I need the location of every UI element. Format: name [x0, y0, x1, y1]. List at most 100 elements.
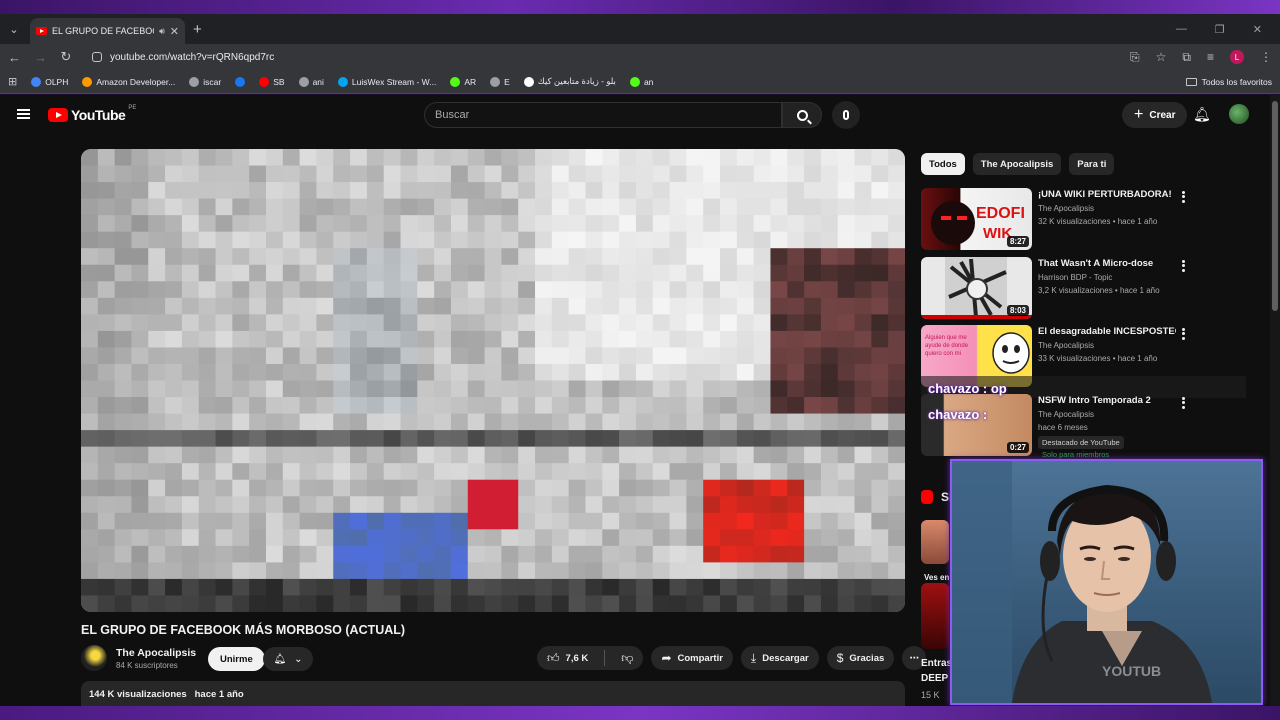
mosaic-pixel: [81, 380, 99, 398]
more-vertical-icon[interactable]: [1179, 396, 1187, 410]
rec-title[interactable]: El desagradable INCESPOSTEO: [1038, 326, 1176, 337]
bookmark-item[interactable]: ani: [298, 76, 324, 87]
page-scrollbar[interactable]: [1270, 95, 1280, 706]
rec-title[interactable]: That Wasn't A Micro-dose: [1038, 258, 1176, 269]
bookmark-item[interactable]: an: [629, 76, 653, 87]
tab-search-chevron-icon[interactable]: ⌄: [0, 14, 28, 44]
filter-chip[interactable]: Para ti: [1069, 153, 1115, 175]
rec-channel[interactable]: The Apocalipsis: [1038, 204, 1094, 213]
notifications-bell-icon[interactable]: 🔔︎: [1193, 106, 1211, 122]
short-thumbnail[interactable]: [921, 520, 949, 564]
all-bookmarks-label: Todos los favoritos: [1201, 76, 1272, 87]
mosaic-pixel: [804, 198, 822, 216]
bookmark-item[interactable]: iscar: [189, 76, 221, 87]
bookmark-item[interactable]: بلو - زيادة متابعين كيك: [523, 76, 616, 87]
close-window-icon[interactable]: ✕: [1253, 23, 1262, 36]
media-control-icon[interactable]: ≡: [1207, 50, 1214, 64]
all-bookmarks-button[interactable]: Todos los favoritos: [1185, 76, 1272, 87]
subscription-bell-button[interactable]: 🔔︎ ⌄: [263, 647, 313, 671]
bookmark-item[interactable]: E: [490, 76, 510, 87]
mosaic-pixel: [669, 545, 687, 563]
bookmark-star-icon[interactable]: ☆: [1156, 50, 1167, 64]
create-button[interactable]: + Crear: [1122, 102, 1188, 128]
channel-name[interactable]: The Apocalipsis: [116, 647, 196, 659]
rec-title[interactable]: ¡UNA WIKI PERTURBADORA!: [1038, 189, 1176, 200]
mosaic-pixel: [131, 529, 149, 547]
mosaic-pixel: [383, 215, 402, 233]
short-thumbnail[interactable]: [921, 583, 949, 649]
restore-icon[interactable]: ❐: [1215, 23, 1225, 36]
mosaic-pixel: [383, 347, 402, 365]
menu-icon[interactable]: [17, 109, 30, 119]
mosaic-pixel: [736, 363, 755, 382]
mosaic-pixel: [417, 529, 435, 547]
rec-channel[interactable]: The Apocalipsis: [1038, 410, 1094, 419]
forward-arrow-icon[interactable]: →: [34, 50, 47, 65]
bookmark-item[interactable]: Amazon Developer...: [82, 76, 175, 87]
mosaic-pixel: [333, 380, 351, 398]
mosaic-pixel: [820, 363, 839, 382]
search-button[interactable]: [782, 102, 822, 128]
recommendation-item[interactable]: 8:03 That Wasn't A Micro-dose Harrison B…: [921, 257, 1261, 319]
browser-menu-icon[interactable]: ⋮: [1260, 50, 1272, 64]
bookmark-item[interactable]: AR: [450, 76, 476, 87]
apps-grid-icon[interactable]: ⊞: [8, 75, 17, 88]
more-vertical-icon[interactable]: [1179, 190, 1187, 204]
short-title[interactable]: Entras: [921, 658, 952, 669]
scroll-thumb[interactable]: [1272, 101, 1278, 311]
stream-chat-message: chavazo : op: [928, 381, 1007, 396]
bookmark-item[interactable]: [235, 76, 246, 87]
extensions-icon[interactable]: ⧉: [1182, 50, 1191, 65]
recommendation-item[interactable]: EDOFI WIK 8:27 ¡UNA WIKI PERTURBADORA! T…: [921, 188, 1261, 250]
mosaic-pixel: [501, 512, 519, 530]
filter-chip[interactable]: The Apocalipsis: [972, 153, 1062, 175]
account-avatar[interactable]: [1229, 104, 1249, 124]
url-field[interactable]: youtube.com/watch?v=rQRN6qpd7rc: [86, 46, 280, 68]
channel-avatar[interactable]: [81, 645, 107, 671]
mosaic-pixel: [501, 264, 519, 282]
bell-icon: 🔔︎: [273, 653, 287, 665]
site-info-icon[interactable]: [92, 52, 102, 62]
mosaic-pixel: [299, 545, 318, 563]
more-vertical-icon[interactable]: [1179, 327, 1187, 341]
install-app-icon[interactable]: ⎘: [1130, 50, 1140, 65]
description-box[interactable]: 144 K visualizaciones hace 1 año: [81, 681, 905, 706]
mosaic-pixel: [568, 215, 587, 233]
mosaic-pixel: [804, 215, 822, 233]
mosaic-pixel: [854, 347, 872, 365]
new-tab-icon[interactable]: +: [193, 21, 202, 38]
youtube-logo[interactable]: YouTube PE: [48, 105, 136, 123]
video-player[interactable]: [81, 149, 905, 612]
mosaic-pixel: [501, 380, 519, 398]
reload-icon[interactable]: ↻: [60, 49, 72, 65]
like-button[interactable]: 👍︎ 7,6 K: [537, 646, 598, 670]
profile-avatar[interactable]: L: [1230, 50, 1244, 64]
thanks-button[interactable]: $ Gracias: [826, 646, 895, 670]
rec-title[interactable]: NSFW Intro Temporada 2: [1038, 395, 1176, 406]
download-button[interactable]: ⤓ Descargar: [740, 646, 819, 670]
recommendation-item[interactable]: 0:27 NSFW Intro Temporada 2 The Apocalip…: [921, 394, 1261, 459]
bookmark-item[interactable]: LuisWex Stream - W...: [337, 76, 436, 87]
search-input[interactable]: Buscar: [424, 102, 782, 128]
rec-channel[interactable]: The Apocalipsis: [1038, 341, 1094, 350]
video-thumbnail[interactable]: 0:27: [921, 394, 1032, 456]
mosaic-pixel: [854, 297, 872, 315]
close-tab-icon[interactable]: ✕: [170, 25, 179, 38]
browser-tab-active[interactable]: EL GRUPO DE FACEBOOK M 🔊︎ ✕: [30, 18, 185, 44]
rec-channel[interactable]: Harrison BDP - Topic: [1038, 273, 1112, 282]
back-arrow-icon[interactable]: ←: [8, 50, 21, 65]
video-thumbnail[interactable]: 8:03: [921, 257, 1032, 319]
dislike-button[interactable]: 👎︎: [611, 646, 643, 670]
more-vertical-icon[interactable]: [1179, 259, 1187, 273]
join-button[interactable]: Unirme: [208, 647, 265, 671]
mosaic-pixel: [551, 248, 570, 266]
voice-search-button[interactable]: [832, 101, 860, 129]
bookmark-item[interactable]: OLPH: [31, 76, 68, 87]
bookmark-item[interactable]: SB: [259, 76, 285, 87]
video-thumbnail[interactable]: EDOFI WIK 8:27: [921, 188, 1032, 250]
mosaic-pixel: [114, 264, 133, 282]
share-button[interactable]: ➦ Compartir: [651, 646, 733, 670]
speaker-icon[interactable]: 🔊︎: [159, 26, 165, 37]
filter-chip[interactable]: Todos: [921, 153, 965, 175]
minimize-icon[interactable]: —: [1176, 23, 1187, 36]
